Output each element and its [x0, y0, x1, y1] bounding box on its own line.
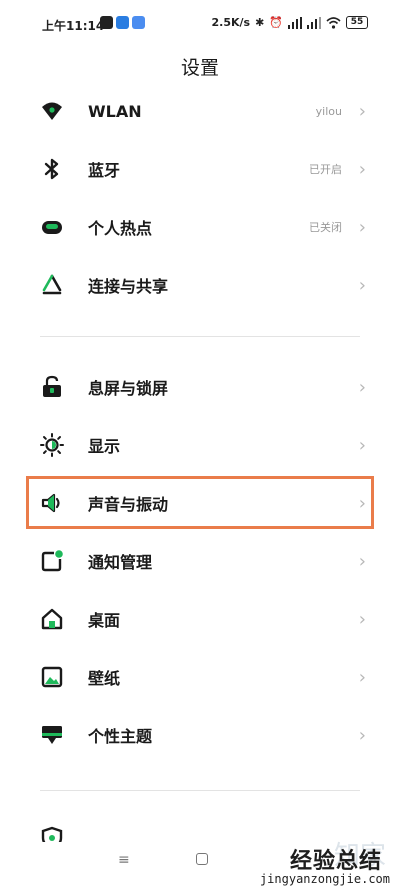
settings-item-value: 已开启 [309, 163, 342, 176]
settings-item-value: 已关闭 [309, 221, 342, 234]
app-notification-icon [100, 16, 113, 29]
settings-item-hotspot[interactable]: 个人热点 已关闭 › [0, 198, 400, 256]
settings-item-label: 壁纸 [88, 669, 121, 688]
settings-item-notifications[interactable]: 通知管理 › [0, 532, 400, 590]
settings-item-label: 显示 [88, 437, 121, 456]
chevron-right-icon: › [358, 100, 366, 122]
settings-item-lock-screen[interactable]: 息屏与锁屏 › [0, 358, 400, 416]
alarm-icon: ⏰ [269, 16, 283, 29]
settings-item-bluetooth[interactable]: 蓝牙 已开启 › [0, 140, 400, 198]
page-title: 设置 [180, 57, 219, 79]
status-time: 上午11:14 [42, 19, 105, 33]
bluetooth-icon [44, 158, 59, 180]
highlight-frame [26, 476, 374, 529]
share-icon [42, 274, 62, 295]
app-notification-icon [116, 16, 129, 29]
settings-item-home-screen[interactable]: 桌面 › [0, 590, 400, 648]
settings-item-label: 个人热点 [88, 219, 153, 238]
chevron-right-icon: › [358, 434, 366, 456]
chevron-right-icon: › [358, 724, 366, 746]
notification-icon [41, 550, 63, 572]
chevron-right-icon: › [358, 550, 366, 572]
settings-item-themes[interactable]: 个性主题 › [0, 706, 400, 764]
settings-item-label: 连接与共享 [88, 277, 169, 296]
settings-item-label: 蓝牙 [88, 161, 121, 180]
signal-icon [288, 16, 302, 29]
signal-icon [307, 16, 321, 29]
wallpaper-icon [41, 666, 63, 688]
settings-item-wlan[interactable]: WLAN yilou › [0, 82, 400, 140]
section-divider [40, 336, 360, 337]
home-button-icon[interactable] [196, 853, 208, 865]
bluetooth-icon: ✱ [255, 16, 265, 29]
chevron-right-icon: › [358, 274, 366, 296]
theme-icon [42, 726, 62, 744]
settings-item-wallpaper[interactable]: 壁纸 › [0, 648, 400, 706]
status-indicators: 2.5K/s ✱ ⏰ 55 [211, 16, 368, 29]
hotspot-icon [42, 221, 62, 234]
home-icon [41, 608, 63, 630]
settings-item-label: 通知管理 [88, 553, 153, 572]
app-notification-icon [132, 16, 145, 29]
section-divider [40, 790, 360, 791]
settings-item-label: 桌面 [88, 611, 121, 630]
settings-item-label: WLAN [88, 101, 142, 121]
chevron-right-icon: › [358, 666, 366, 688]
watermark-text: 经验总结 [289, 849, 382, 874]
wifi-icon [42, 102, 62, 120]
chevron-right-icon: › [358, 376, 366, 398]
brightness-icon [40, 433, 64, 457]
settings-item-value: yilou [315, 104, 342, 118]
status-app-icons [100, 16, 145, 29]
status-bar: 上午11:14 2.5K/s ✱ ⏰ 55 [0, 0, 400, 48]
battery-indicator: 55 [346, 16, 368, 29]
chevron-right-icon: › [358, 216, 366, 238]
chevron-right-icon: › [358, 158, 366, 180]
settings-item-connection-sharing[interactable]: 连接与共享 › [0, 256, 400, 314]
wifi-icon [326, 16, 341, 29]
settings-item-label: 个性主题 [88, 727, 153, 746]
watermark-url: jingyanzongjie.com [259, 872, 390, 886]
menu-icon[interactable]: ≡ [118, 852, 130, 868]
network-speed: 2.5K/s [211, 16, 251, 29]
shield-icon [41, 826, 63, 842]
chevron-right-icon: › [358, 608, 366, 630]
settings-item-display[interactable]: 显示 › [0, 416, 400, 474]
lock-icon [43, 375, 61, 397]
settings-item-label: 息屏与锁屏 [88, 379, 169, 398]
